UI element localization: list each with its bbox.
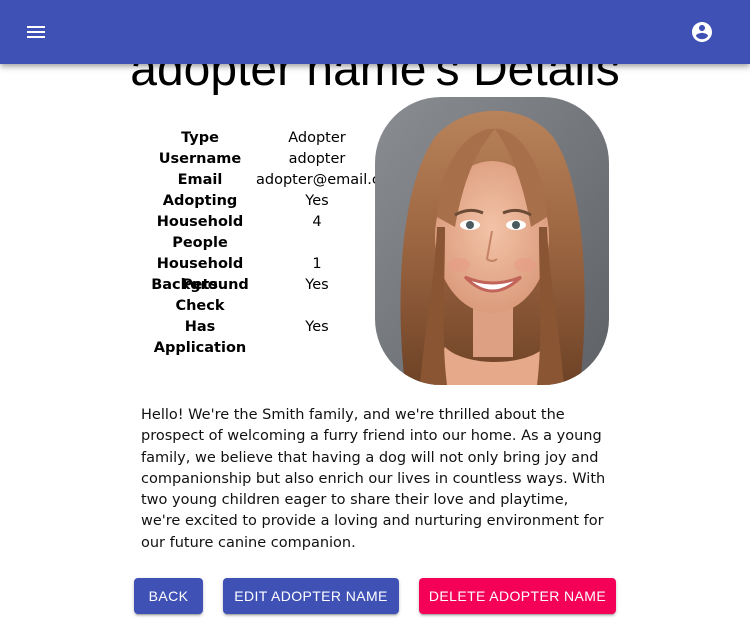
detail-label-username: Username (158, 151, 242, 167)
detail-value-adopting: Yes (305, 193, 329, 209)
adopter-photo (375, 97, 609, 385)
detail-value-email: adopter@email.com (256, 172, 403, 188)
detail-label-household-people: Household People (156, 214, 244, 251)
detail-value-has-application: Yes (305, 319, 329, 335)
account-button[interactable] (686, 16, 718, 48)
delete-adopter-button[interactable]: Delete adopter name (419, 578, 616, 614)
app-bar (0, 0, 750, 64)
detail-value-household-people: 4 (312, 214, 322, 230)
edit-adopter-button[interactable]: Edit adopter name (223, 578, 399, 614)
detail-value-household-pets: 1 (312, 256, 322, 272)
portrait-illustration (375, 97, 609, 385)
detail-label-email: Email (177, 172, 223, 188)
detail-label-has-application: Has Application (153, 319, 247, 356)
back-button[interactable]: Back (134, 578, 203, 614)
detail-label-type: Type (181, 130, 219, 146)
detail-value-type: Adopter (288, 130, 346, 146)
account-circle-icon (692, 22, 712, 42)
detail-label-adopting: Adopting (162, 193, 238, 209)
menu-button[interactable] (20, 16, 52, 48)
detail-value-username: adopter (288, 151, 346, 167)
detail-label-background-check: Background Check (151, 277, 249, 314)
adopter-bio: Hello! We're the Smith family, and we're… (141, 407, 606, 551)
detail-value-background-check: Yes (305, 277, 329, 293)
menu-icon (27, 26, 45, 38)
